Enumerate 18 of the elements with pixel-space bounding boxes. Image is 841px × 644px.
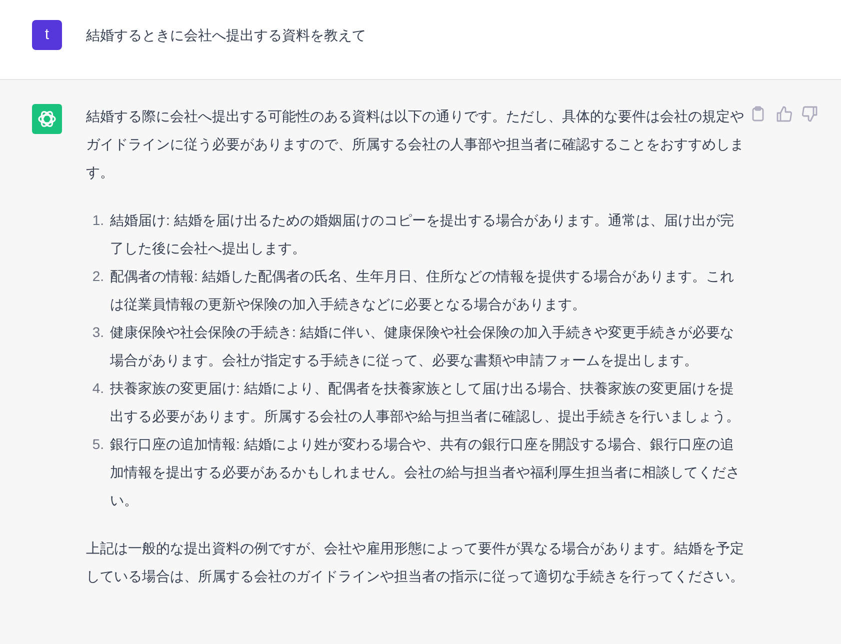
thumbs-down-icon[interactable] xyxy=(802,106,818,122)
assistant-logo-icon xyxy=(32,104,62,134)
list-item-text: 銀行口座の追加情報: 結婚により姓が変わる場合や、共有の銀行口座を開設する場合、銀行口座の追加情報を提出する必要があるかもしれません。会社の給与担当者や福利厚生担当者に相談してください。 xyxy=(110,435,741,510)
list-number: 2. xyxy=(91,267,105,286)
response-paragraph: 上記は一般的な提出資料の例ですが、会社や雇用形態によって要件が異なる場合があります。結婚を予定している場合は、所属する会社のガイドラインや担当者の指示に従って適切な手続きを行ってください。 xyxy=(86,539,745,586)
copy-icon[interactable] xyxy=(750,106,766,122)
list-item-text: 扶養家族の変更届け: 結婚により、配偶者を扶養家族として届け出る場合、扶養家族の変更届けを提出する必要があります。所属する会社の人事部や給与担当者に確認し、提出手続きを行いましょう。 xyxy=(110,379,741,426)
user-message: 結婚するときに会社へ提出する資料を教えて xyxy=(86,26,366,45)
list-item-text: 結婚届け: 結婚を届け出るための婚姻届けのコピーを提出する場合があります。通常は、届け出が完了した後に会社へ提出します。 xyxy=(110,211,735,258)
list-number: 5. xyxy=(91,435,105,454)
list-number: 3. xyxy=(91,323,105,342)
thumbs-up-icon[interactable] xyxy=(776,106,792,122)
list-item-text: 配偶者の情報: 結婚した配偶者の氏名、生年月日、住所などの情報を提供する場合があります。これは従業員情報の更新や保険の加入手続きなどに必要となる場合があります。 xyxy=(110,267,735,314)
user-avatar: t xyxy=(32,20,62,50)
list-number: 1. xyxy=(91,211,105,230)
list-item-text: 健康保険や社会保険の手続き: 結婚に伴い、健康保険や社会保険の加入手続きや変更手続きが必要な場合があります。会社が指定する手続きに従って、必要な書類や申請フォームを提出します。 xyxy=(110,323,735,370)
list-number: 4. xyxy=(91,379,105,398)
response-paragraph: 結婚する際に会社へ提出する可能性のある資料は以下の通りです。ただし、具体的な要件は会社の規定やガイドラインに従う必要がありますので、所属する会社の人事部や担当者に確認することをおすすめします。 xyxy=(86,107,745,182)
